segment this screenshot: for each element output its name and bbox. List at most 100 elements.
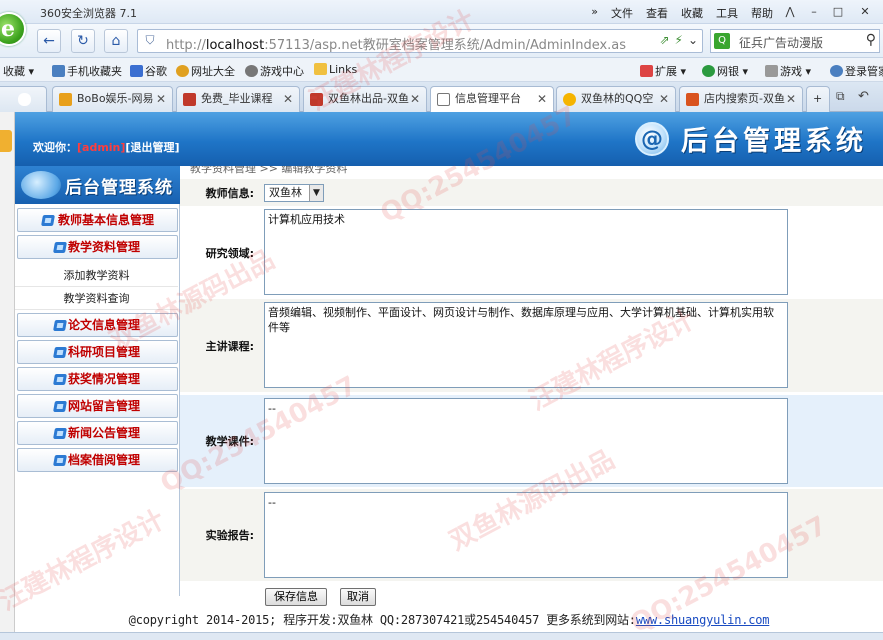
dropdown-icon[interactable]: ⌄ [688,33,698,47]
new-tab-button[interactable]: + [806,86,830,112]
window-icon [53,320,67,331]
sidebar-item-research[interactable]: 科研项目管理 [17,340,178,364]
course-field[interactable]: 音频编辑、视频制作、平面设计、网页设计与制作、数据库原理与应用、大学计算机基础、… [264,302,788,388]
tab-bobo[interactable]: BoBo娱乐-网易 ✕ [52,86,173,112]
menu-tools[interactable]: 工具 [716,5,738,21]
favorites-bar: 收藏 ▾ 手机收藏夹 谷歌 网址大全 游戏中心 Links 扩展 ▾ 网银 ▾ … [0,58,883,82]
menu-more-icon[interactable]: » [591,5,598,21]
row-teacher: 教师信息: 双鱼林 ▼ [180,179,883,206]
back-icon[interactable]: ← [37,29,61,53]
sidebar-title: 后台管理系统 [65,178,173,198]
fav-sites[interactable]: 网址大全 [176,63,235,79]
tab-qq-space[interactable]: 双鱼林的QQ空 ✕ [556,86,676,112]
username: [admin] [77,141,126,154]
sidebar-item-awards[interactable]: 获奖情况管理 [17,367,178,391]
edit-form: 教学资料管理 >> 编辑教学资料 教师信息: 双鱼林 ▼ 研究领域: 计算机应用技… [180,166,883,606]
tab-close-icon[interactable]: ✕ [410,87,420,111]
pin-icon[interactable]: ⋀ [779,2,801,20]
breadcrumb: 教学资料管理 >> 编辑教学资料 [190,166,348,175]
sidebar-item-papers[interactable]: 论文信息管理 [17,313,178,337]
fav-games[interactable]: 游戏中心 [245,63,304,79]
tab-bar: BoBo娱乐-网易 ✕ 免费_毕业课程 ✕ 双鱼林出品-双鱼 ✕ 信息管理平台 ✕ 双鱼… [0,82,883,113]
tab-shop-search[interactable]: 店内搜索页-双鱼 ✕ [679,86,803,112]
close-button[interactable]: ✕ [851,2,879,20]
octopus-logo-icon [21,171,61,199]
share-icon[interactable]: ⇗ [659,33,669,47]
system-title: 后台管理系统 [681,126,867,157]
side-panel-icon[interactable] [0,130,12,152]
tab-close-icon[interactable]: ✕ [156,87,166,111]
sidebar-item-messages[interactable]: 网站留言管理 [17,394,178,418]
menu-view[interactable]: 查看 [646,5,668,21]
sidebar-item-teacher-info[interactable]: 教师基本信息管理 [17,208,178,232]
fav-game2[interactable]: 游戏 ▾ [765,63,811,79]
search-engine-icon[interactable]: Q [714,33,730,49]
search-icon[interactable]: ⚲ [866,32,876,48]
report-field[interactable]: -- [264,492,788,578]
sidebar-subitem-add-material[interactable]: 添加教学资料 [15,265,178,287]
courseware-label: 教学课件: [205,435,254,448]
address-url[interactable]: http://localhost:57113/asp.net教研室档案管理系统/… [166,34,634,53]
cancel-button[interactable]: 取消 [340,588,376,606]
window-icon [53,374,67,385]
at-logo-icon: @ [635,121,669,156]
sidebar-item-news[interactable]: 新闻公告管理 [17,421,178,445]
welcome-text: 欢迎你：[admin][退出管理] [33,141,180,154]
sidebar-item-teaching-material[interactable]: 教学资料管理 [17,235,178,259]
row-research: 研究领域: 计算机应用技术 [180,206,883,299]
menu-file[interactable]: 文件 [611,5,633,21]
home-icon[interactable]: ⌂ [104,29,128,53]
tab-free-course[interactable]: 免费_毕业课程 ✕ [176,86,300,112]
minimize-button[interactable]: – [803,2,825,20]
tab-close-icon[interactable]: ✕ [786,87,796,111]
copyright-text: @copyright 2014-2015; 程序开发:双鱼林 QQ:287307… [128,613,636,627]
fav-bank[interactable]: 网银 ▾ [702,63,748,79]
browser-navbar: ← ↻ ⌂ ⛉ http://localhost:57113/asp.net教研… [0,24,883,58]
tab-close-icon[interactable]: ✕ [283,87,293,111]
tab-cloud[interactable] [0,86,47,112]
teacher-select[interactable]: 双鱼林 ▼ [264,184,324,202]
fav-mobile[interactable]: 手机收藏夹 [52,63,122,79]
window-icon [53,428,67,439]
fav-extensions[interactable]: 扩展 ▾ [640,63,686,79]
tab-close-icon[interactable]: ✕ [659,87,669,111]
window-icon [41,215,55,226]
row-report: 实验报告: -- [180,489,883,581]
courseware-field[interactable]: -- [264,398,788,484]
header-logo: @ 后台管理系统 [635,119,867,158]
website-link[interactable]: www.shuangyulin.com [636,613,770,627]
logout-link[interactable]: [退出管理] [125,141,179,154]
search-box[interactable]: Q 征兵广告动漫版 ⚲ [710,29,880,53]
fav-login[interactable]: 登录管家 [830,63,883,79]
status-bar [0,632,883,640]
research-field[interactable]: 计算机应用技术 [264,209,788,295]
tab-back-icon[interactable]: ↶ [858,89,869,104]
browser-title: 360安全浏览器 7.1 [40,7,137,20]
tab-info-platform[interactable]: 信息管理平台 ✕ [430,86,554,113]
sidebar-item-archive-borrow[interactable]: 档案借阅管理 [17,448,178,472]
fav-links[interactable]: Links [314,63,357,76]
chevron-down-icon: ▼ [309,185,323,201]
address-bar[interactable]: ⛉ http://localhost:57113/asp.net教研室档案管理系… [137,29,703,53]
save-button[interactable]: 保存信息 [265,588,327,606]
tab-list-icon[interactable]: ⧉ [836,89,845,104]
sidebar-subitem-query-material[interactable]: 教学资料查询 [15,288,178,310]
sidebar: 后台管理系统 教师基本信息管理 教学资料管理 添加教学资料 教学资料查询 论文信… [15,166,180,596]
address-actions: ⇗ ⚡ ⌄ [659,33,698,47]
window-icon [53,455,67,466]
fav-collect[interactable]: 收藏 ▾ [3,63,34,79]
teacher-label: 教师信息: [205,186,254,200]
search-input[interactable]: 征兵广告动漫版 [739,34,823,51]
menu-favorites[interactable]: 收藏 [681,5,703,21]
fav-google[interactable]: 谷歌 [130,63,167,79]
maximize-button[interactable]: □ [827,2,849,20]
tab-shuangyulin[interactable]: 双鱼林出品-双鱼 ✕ [303,86,427,112]
menu-help[interactable]: 帮助 [751,5,773,21]
row-course: 主讲课程: 音频编辑、视频制作、平面设计、网页设计与制作、数据库原理与应用、大学… [180,299,883,392]
tab-close-icon[interactable]: ✕ [537,87,547,111]
refresh-icon[interactable]: ↻ [71,29,95,53]
lightning-icon[interactable]: ⚡ [675,33,683,47]
side-panel-strip [0,112,15,640]
browser-menu: » 文件 查看 收藏 工具 帮助 [591,5,773,21]
window-icon [53,347,67,358]
